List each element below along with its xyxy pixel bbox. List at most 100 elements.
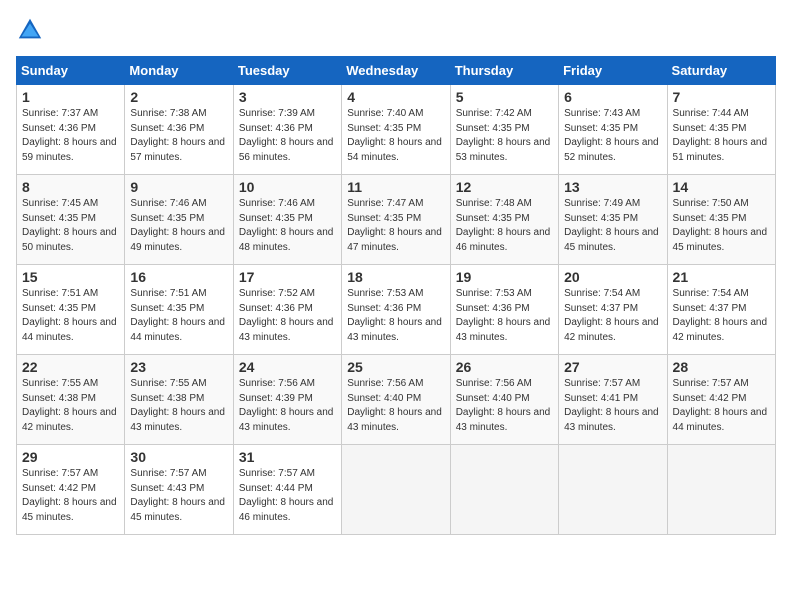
day-info: Sunrise: 7:49 AMSunset: 4:35 PMDaylight:… xyxy=(564,198,659,253)
weekday-header: Wednesday xyxy=(342,57,450,85)
day-number: 27 xyxy=(564,359,661,375)
day-number: 3 xyxy=(239,89,336,105)
calendar-cell: 8Sunrise: 7:45 AMSunset: 4:35 PMDaylight… xyxy=(17,175,125,265)
day-number: 11 xyxy=(347,179,444,195)
day-info: Sunrise: 7:57 AMSunset: 4:42 PMDaylight:… xyxy=(22,468,117,523)
day-number: 6 xyxy=(564,89,661,105)
logo-icon xyxy=(16,16,44,44)
calendar-week-row: 29Sunrise: 7:57 AMSunset: 4:42 PMDayligh… xyxy=(17,445,776,535)
calendar-cell: 18 Sunrise: 7:53 AMSunset: 4:36 PMDayligh… xyxy=(342,265,450,355)
calendar-cell: 1Sunrise: 7:37 AMSunset: 4:36 PMDaylight… xyxy=(17,85,125,175)
weekday-header: Friday xyxy=(559,57,667,85)
calendar-cell: 26 Sunrise: 7:56 AMSunset: 4:40 PMDayligh… xyxy=(450,355,558,445)
day-number: 28 xyxy=(673,359,770,375)
day-info: Sunrise: 7:48 AMSunset: 4:35 PMDaylight:… xyxy=(456,198,551,253)
calendar-cell: 19 Sunrise: 7:53 AMSunset: 4:36 PMDayligh… xyxy=(450,265,558,355)
calendar-week-row: 22 Sunrise: 7:55 AMSunset: 4:38 PMDayligh… xyxy=(17,355,776,445)
day-number: 7 xyxy=(673,89,770,105)
day-info: Sunrise: 7:47 AMSunset: 4:35 PMDaylight:… xyxy=(347,198,442,253)
day-info: Sunrise: 7:54 AMSunset: 4:37 PMDaylight:… xyxy=(673,288,768,343)
day-number: 20 xyxy=(564,269,661,285)
weekday-header: Thursday xyxy=(450,57,558,85)
day-info: Sunrise: 7:45 AMSunset: 4:35 PMDaylight:… xyxy=(22,198,117,253)
calendar-cell: 27 Sunrise: 7:57 AMSunset: 4:41 PMDayligh… xyxy=(559,355,667,445)
calendar-cell: 25 Sunrise: 7:56 AMSunset: 4:40 PMDayligh… xyxy=(342,355,450,445)
calendar-cell: 22 Sunrise: 7:55 AMSunset: 4:38 PMDayligh… xyxy=(17,355,125,445)
day-number: 18 xyxy=(347,269,444,285)
calendar-cell: 2Sunrise: 7:38 AMSunset: 4:36 PMDaylight… xyxy=(125,85,233,175)
day-info: Sunrise: 7:56 AMSunset: 4:39 PMDaylight:… xyxy=(239,378,334,433)
day-info: Sunrise: 7:40 AMSunset: 4:35 PMDaylight:… xyxy=(347,108,442,163)
calendar-cell xyxy=(559,445,667,535)
day-info: Sunrise: 7:50 AMSunset: 4:35 PMDaylight:… xyxy=(673,198,768,253)
calendar-cell: 5 Sunrise: 7:42 AMSunset: 4:35 PMDaylight… xyxy=(450,85,558,175)
weekday-header: Monday xyxy=(125,57,233,85)
day-info: Sunrise: 7:46 AMSunset: 4:35 PMDaylight:… xyxy=(130,198,225,253)
day-info: Sunrise: 7:57 AMSunset: 4:43 PMDaylight:… xyxy=(130,468,225,523)
calendar-cell: 17 Sunrise: 7:52 AMSunset: 4:36 PMDayligh… xyxy=(233,265,341,355)
day-number: 10 xyxy=(239,179,336,195)
calendar-cell xyxy=(450,445,558,535)
day-info: Sunrise: 7:37 AMSunset: 4:36 PMDaylight:… xyxy=(22,108,117,163)
day-info: Sunrise: 7:56 AMSunset: 4:40 PMDaylight:… xyxy=(456,378,551,433)
day-info: Sunrise: 7:51 AMSunset: 4:35 PMDaylight:… xyxy=(130,288,225,343)
calendar-cell: 15 Sunrise: 7:51 AMSunset: 4:35 PMDayligh… xyxy=(17,265,125,355)
weekday-header: Sunday xyxy=(17,57,125,85)
calendar-cell: 31 Sunrise: 7:57 AMSunset: 4:44 PMDayligh… xyxy=(233,445,341,535)
calendar-cell xyxy=(342,445,450,535)
day-number: 22 xyxy=(22,359,119,375)
day-info: Sunrise: 7:39 AMSunset: 4:36 PMDaylight:… xyxy=(239,108,334,163)
day-number: 12 xyxy=(456,179,553,195)
day-number: 17 xyxy=(239,269,336,285)
calendar-cell xyxy=(667,445,775,535)
day-info: Sunrise: 7:43 AMSunset: 4:35 PMDaylight:… xyxy=(564,108,659,163)
day-number: 23 xyxy=(130,359,227,375)
calendar-cell: 28 Sunrise: 7:57 AMSunset: 4:42 PMDayligh… xyxy=(667,355,775,445)
day-info: Sunrise: 7:56 AMSunset: 4:40 PMDaylight:… xyxy=(347,378,442,433)
weekday-header: Tuesday xyxy=(233,57,341,85)
day-number: 13 xyxy=(564,179,661,195)
day-info: Sunrise: 7:52 AMSunset: 4:36 PMDaylight:… xyxy=(239,288,334,343)
day-info: Sunrise: 7:53 AMSunset: 4:36 PMDaylight:… xyxy=(456,288,551,343)
day-info: Sunrise: 7:57 AMSunset: 4:41 PMDaylight:… xyxy=(564,378,659,433)
day-info: Sunrise: 7:55 AMSunset: 4:38 PMDaylight:… xyxy=(22,378,117,433)
calendar-header-row: SundayMondayTuesdayWednesdayThursdayFrid… xyxy=(17,57,776,85)
calendar-body: 1Sunrise: 7:37 AMSunset: 4:36 PMDaylight… xyxy=(17,85,776,535)
calendar-table: SundayMondayTuesdayWednesdayThursdayFrid… xyxy=(16,56,776,535)
calendar-cell: 9 Sunrise: 7:46 AMSunset: 4:35 PMDaylight… xyxy=(125,175,233,265)
day-info: Sunrise: 7:46 AMSunset: 4:35 PMDaylight:… xyxy=(239,198,334,253)
day-number: 15 xyxy=(22,269,119,285)
day-info: Sunrise: 7:57 AMSunset: 4:42 PMDaylight:… xyxy=(673,378,768,433)
day-number: 24 xyxy=(239,359,336,375)
calendar-cell: 21 Sunrise: 7:54 AMSunset: 4:37 PMDayligh… xyxy=(667,265,775,355)
day-number: 9 xyxy=(130,179,227,195)
day-number: 5 xyxy=(456,89,553,105)
calendar-cell: 6 Sunrise: 7:43 AMSunset: 4:35 PMDaylight… xyxy=(559,85,667,175)
day-number: 14 xyxy=(673,179,770,195)
calendar-week-row: 8Sunrise: 7:45 AMSunset: 4:35 PMDaylight… xyxy=(17,175,776,265)
day-number: 31 xyxy=(239,449,336,465)
calendar-week-row: 15 Sunrise: 7:51 AMSunset: 4:35 PMDayligh… xyxy=(17,265,776,355)
day-number: 16 xyxy=(130,269,227,285)
calendar-week-row: 1Sunrise: 7:37 AMSunset: 4:36 PMDaylight… xyxy=(17,85,776,175)
day-number: 26 xyxy=(456,359,553,375)
page-header xyxy=(16,16,776,44)
day-info: Sunrise: 7:53 AMSunset: 4:36 PMDaylight:… xyxy=(347,288,442,343)
day-number: 4 xyxy=(347,89,444,105)
day-info: Sunrise: 7:38 AMSunset: 4:36 PMDaylight:… xyxy=(130,108,225,163)
calendar-cell: 16 Sunrise: 7:51 AMSunset: 4:35 PMDayligh… xyxy=(125,265,233,355)
day-info: Sunrise: 7:42 AMSunset: 4:35 PMDaylight:… xyxy=(456,108,551,163)
calendar-cell: 30Sunrise: 7:57 AMSunset: 4:43 PMDayligh… xyxy=(125,445,233,535)
calendar-cell: 10 Sunrise: 7:46 AMSunset: 4:35 PMDayligh… xyxy=(233,175,341,265)
weekday-header: Saturday xyxy=(667,57,775,85)
day-info: Sunrise: 7:55 AMSunset: 4:38 PMDaylight:… xyxy=(130,378,225,433)
calendar-cell: 20Sunrise: 7:54 AMSunset: 4:37 PMDayligh… xyxy=(559,265,667,355)
day-info: Sunrise: 7:51 AMSunset: 4:35 PMDaylight:… xyxy=(22,288,117,343)
day-number: 25 xyxy=(347,359,444,375)
day-number: 21 xyxy=(673,269,770,285)
calendar-cell: 29Sunrise: 7:57 AMSunset: 4:42 PMDayligh… xyxy=(17,445,125,535)
day-number: 19 xyxy=(456,269,553,285)
calendar-cell: 4 Sunrise: 7:40 AMSunset: 4:35 PMDaylight… xyxy=(342,85,450,175)
day-info: Sunrise: 7:57 AMSunset: 4:44 PMDaylight:… xyxy=(239,468,334,523)
calendar-cell: 11 Sunrise: 7:47 AMSunset: 4:35 PMDayligh… xyxy=(342,175,450,265)
